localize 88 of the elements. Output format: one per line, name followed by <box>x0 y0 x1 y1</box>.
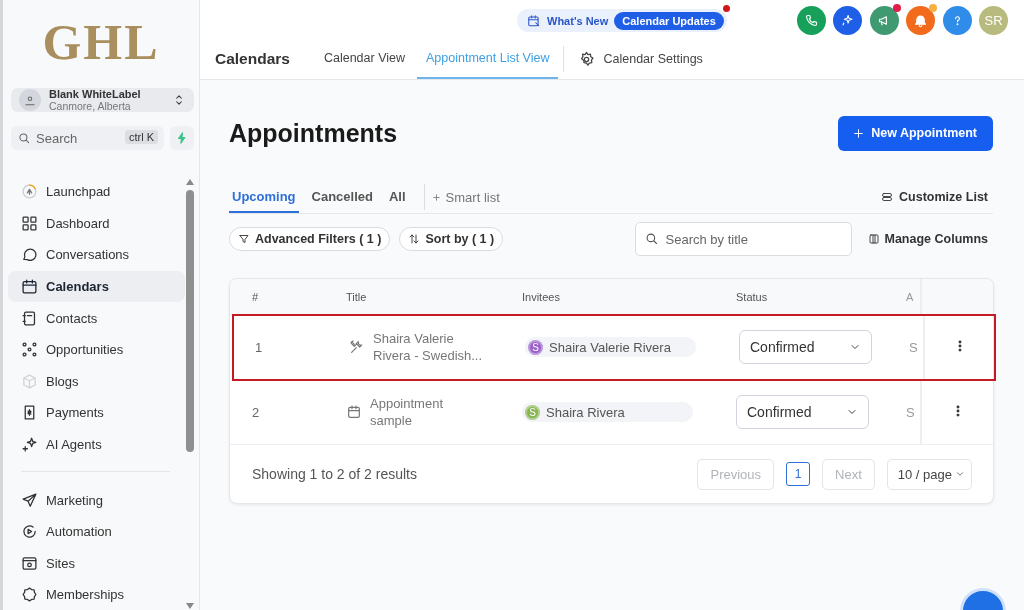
contact-book-icon <box>21 309 38 327</box>
account-name: Blank WhiteLabel <box>49 88 142 100</box>
appointment-title[interactable]: Shaira Valerie Rivera - Swedish... <box>373 330 483 364</box>
smart-list-button[interactable]: Smart list <box>430 189 500 205</box>
sidebar-item[interactable]: Memberships <box>8 579 185 610</box>
sparkle-button[interactable] <box>833 6 862 35</box>
sidebar-item[interactable]: Payments <box>8 397 185 429</box>
invitee-avatar: S <box>525 404 540 420</box>
advanced-filters-button[interactable]: Advanced Filters ( 1 ) <box>229 227 391 251</box>
page-title: Appointments <box>229 118 398 148</box>
section-title: Calendars <box>215 50 290 68</box>
table-cell-text: S <box>909 338 919 357</box>
invitee-avatar: S <box>528 339 543 355</box>
sidebar-item[interactable]: Contacts <box>8 302 185 334</box>
filter-icon <box>238 233 250 245</box>
sidebar-item[interactable]: Marketing <box>8 484 185 516</box>
status-dropdown[interactable]: Confirmed <box>739 330 872 364</box>
manage-columns-button[interactable]: Manage Columns <box>867 232 993 246</box>
table-cell-text: S <box>906 403 916 422</box>
bell-icon <box>913 13 928 28</box>
search-icon <box>17 131 31 145</box>
list-tab[interactable]: All <box>386 181 409 213</box>
scroll-down-icon <box>184 600 196 610</box>
calendar-icon <box>21 278 38 296</box>
toggles-icon <box>881 191 894 203</box>
sidebar-item[interactable]: Sites <box>8 547 185 580</box>
search-field[interactable]: Search by title <box>634 222 852 256</box>
view-tab[interactable]: Calendar View <box>314 39 415 79</box>
column-header: Title <box>346 290 368 303</box>
invitee-name: Shaira Valerie Rivera <box>549 339 671 355</box>
browser-icon <box>21 554 38 572</box>
badge-icon <box>21 586 38 604</box>
page-size-dropdown[interactable]: 10 / page <box>886 458 972 490</box>
settings-icon <box>578 50 596 68</box>
page-button[interactable]: 1 <box>786 462 811 486</box>
sidebar-item[interactable]: Calendars <box>8 270 185 303</box>
invitee-name: Shaira Rivera <box>546 404 625 420</box>
megaphone-button[interactable] <box>869 6 899 35</box>
shortcut-hint: ctrl K <box>124 130 158 144</box>
list-tab[interactable]: Upcoming <box>229 181 299 213</box>
phone-button[interactable] <box>796 6 826 35</box>
chevron-down-icon <box>955 469 965 479</box>
columns-icon <box>867 233 880 245</box>
sidebar-item[interactable]: AI Agents <box>8 428 185 461</box>
account-switcher[interactable]: Blank WhiteLabel Canmore, Alberta <box>11 88 194 112</box>
customize-list-button[interactable]: Customize List <box>881 190 993 204</box>
rocket-icon <box>21 183 38 201</box>
column-header: Status <box>736 290 769 303</box>
plus-icon <box>430 191 442 203</box>
bolt-icon <box>175 131 189 145</box>
whats-new-label: What's New <box>547 14 609 27</box>
sidebar-item[interactable]: Launchpad <box>8 176 185 208</box>
column-header: # <box>252 290 260 303</box>
plus-icon <box>852 126 866 140</box>
nodes-icon <box>21 341 38 359</box>
calendar-updates-badge[interactable]: Calendar Updates <box>614 11 724 30</box>
calendar-update-icon <box>527 13 541 28</box>
status-dropdown[interactable]: Confirmed <box>736 395 869 429</box>
column-header: Invitees <box>522 290 561 303</box>
sidebar-item[interactable]: Dashboard <box>8 207 185 240</box>
sidebar-item[interactable]: Automation <box>8 515 185 548</box>
table-cell-text: 2 <box>252 404 261 420</box>
sidebar-item[interactable]: Conversations <box>8 239 185 271</box>
sidebar-item[interactable]: Opportunities <box>8 333 185 366</box>
account-location: Canmore, Alberta <box>49 100 132 112</box>
phone-icon <box>803 13 819 28</box>
logo-text: GHL <box>42 16 160 68</box>
list-tab[interactable]: Cancelled <box>308 181 376 213</box>
column-header: A <box>906 289 915 305</box>
cube-icon <box>21 372 38 390</box>
send-icon <box>21 491 38 509</box>
appointment-title[interactable]: Appointment sample <box>370 395 480 429</box>
table-cell-text: 1 <box>255 339 264 355</box>
tools-icon <box>349 339 365 355</box>
chat-bubble-icon <box>21 246 38 264</box>
calendar-icon <box>346 404 362 420</box>
sort-icon <box>408 233 421 245</box>
play-circle-icon <box>21 523 38 541</box>
sort-button[interactable]: Sort by ( 1 ) <box>399 227 504 251</box>
new-appointment-button[interactable]: New Appointment <box>838 115 993 151</box>
bell-button[interactable] <box>906 6 935 35</box>
sidebar-item[interactable]: Blogs <box>8 365 185 398</box>
help-button[interactable] <box>942 6 972 35</box>
grid-icon <box>21 214 38 232</box>
sparkle-icon <box>840 13 855 28</box>
results-summary: Showing 1 to 2 of 2 results <box>252 466 417 482</box>
sparkle-icon <box>21 436 38 454</box>
settings-link[interactable]: Calendar Settings <box>574 50 707 68</box>
